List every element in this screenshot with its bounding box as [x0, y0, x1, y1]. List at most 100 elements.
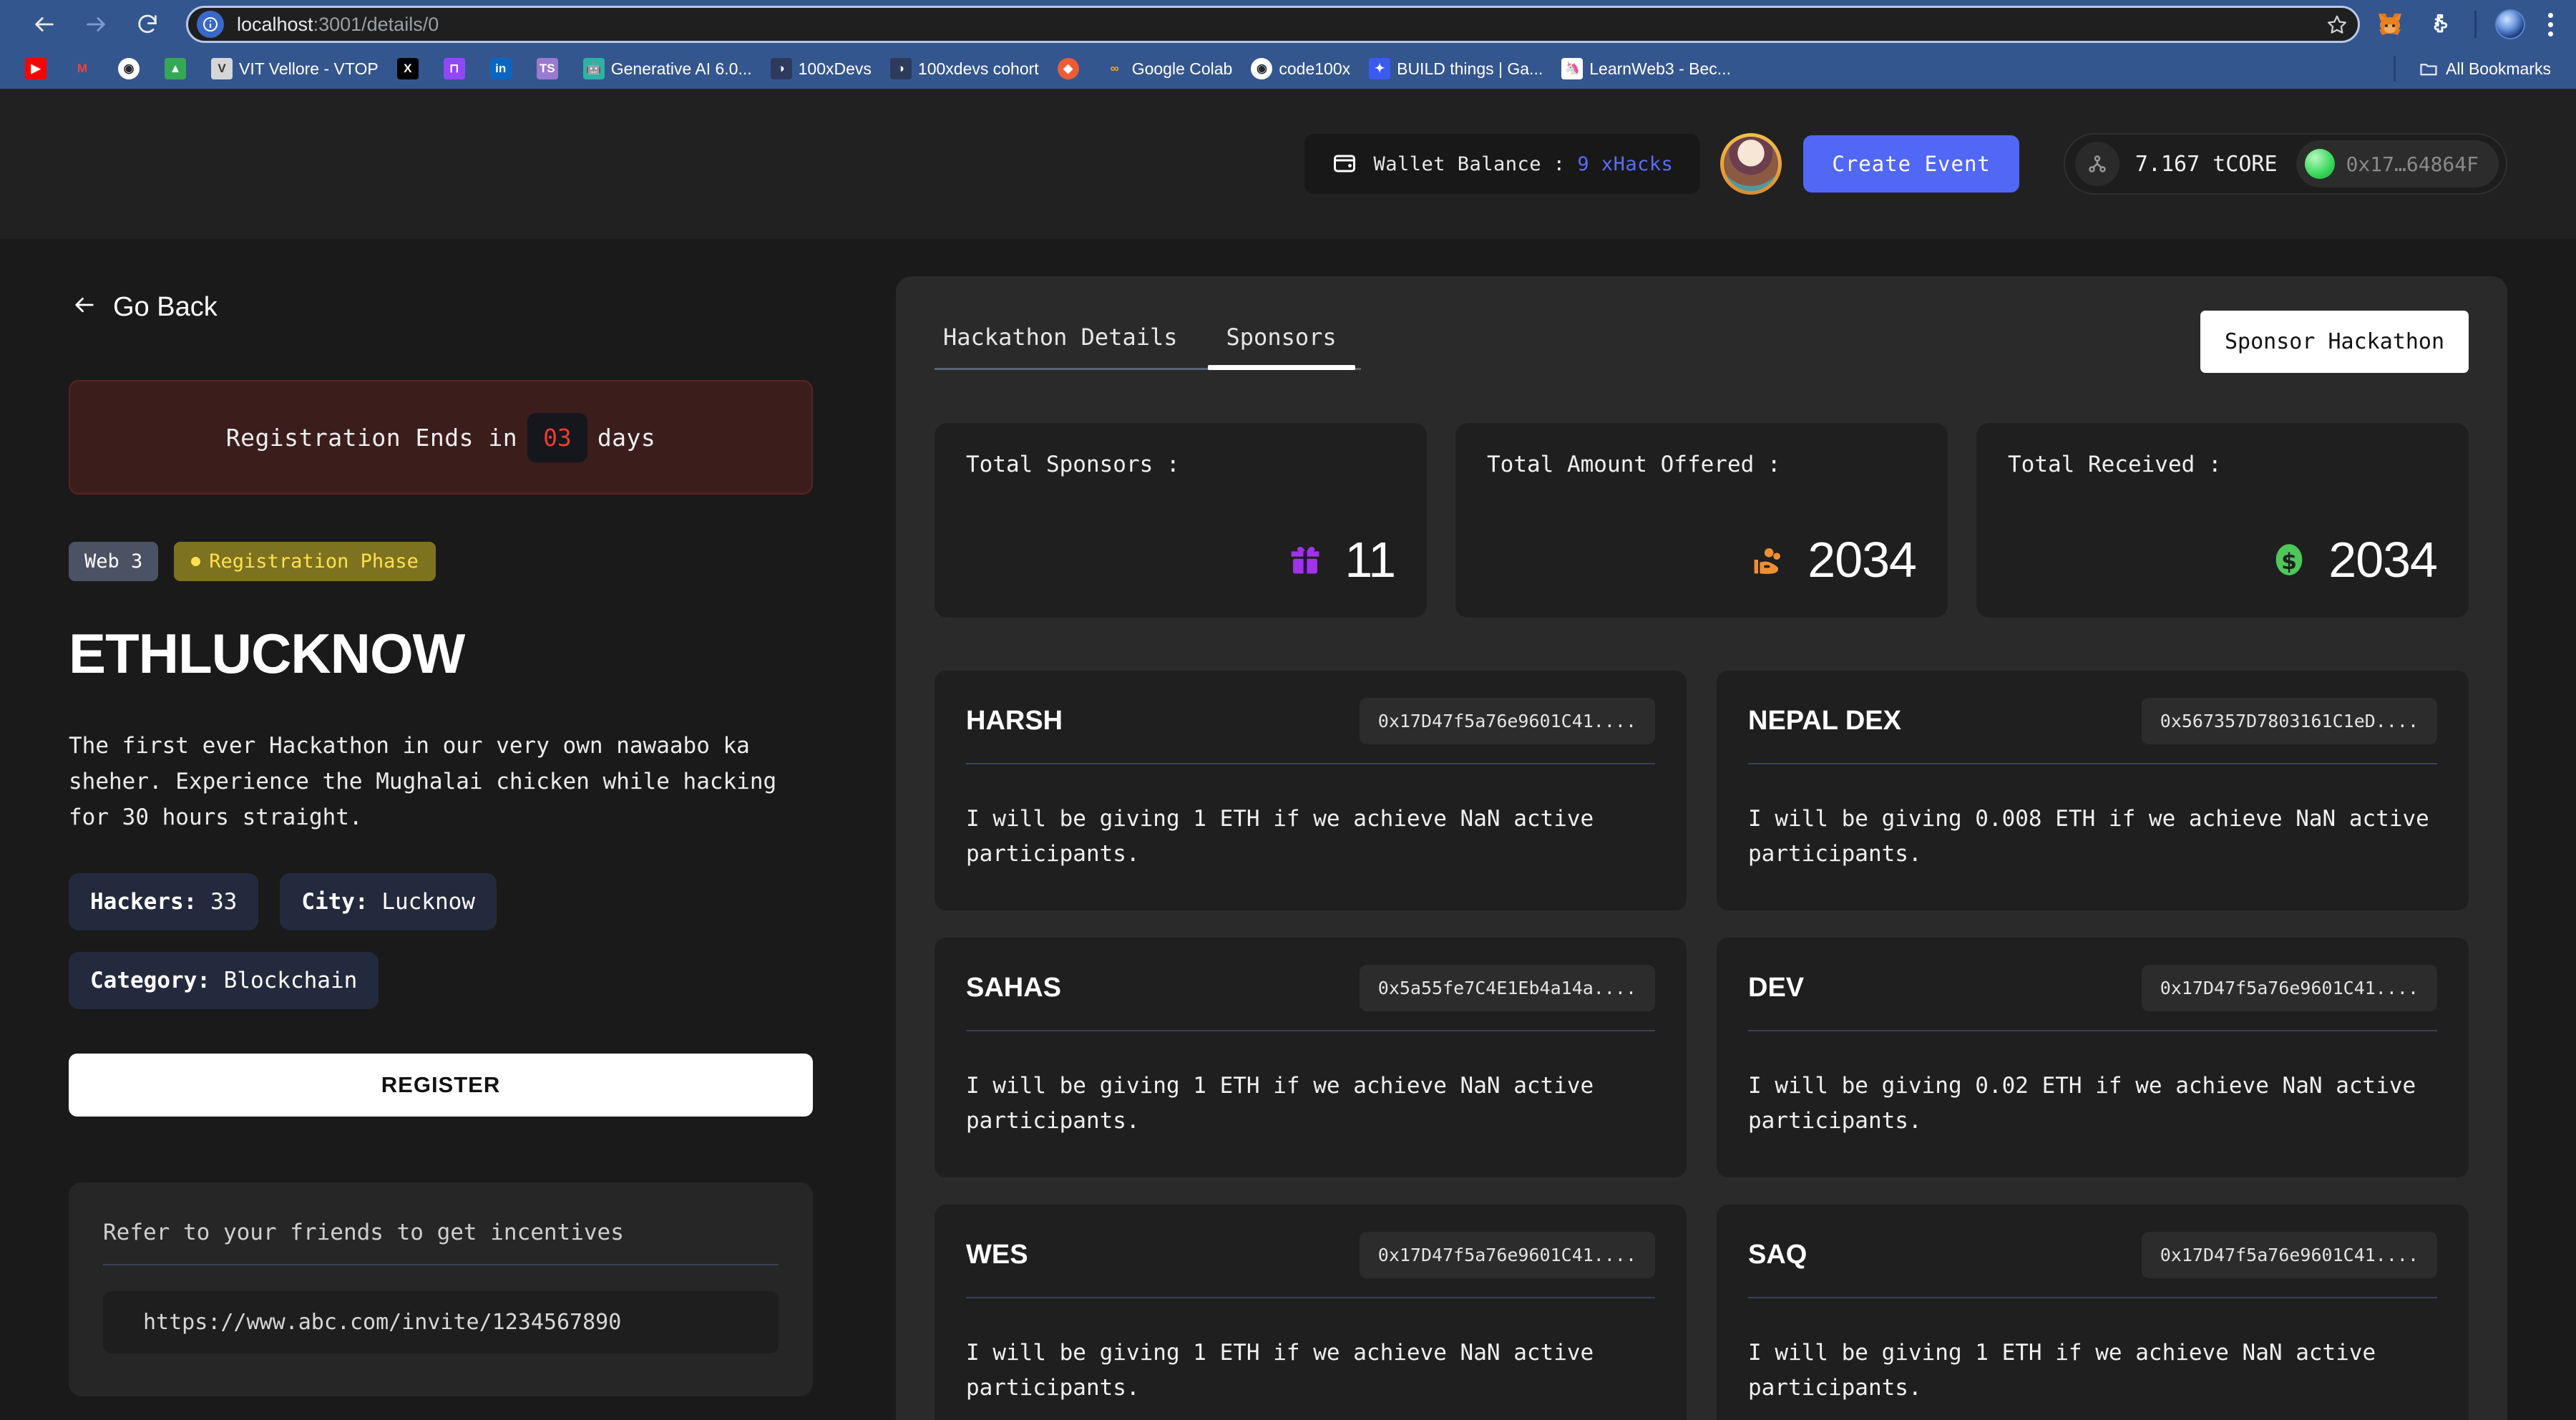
- sponsor-address[interactable]: 0x17D47f5a76e9601C41....: [2141, 1231, 2437, 1278]
- referral-link[interactable]: https://www.abc.com/invite/1234567890: [103, 1290, 779, 1353]
- countdown-suffix: days: [597, 423, 656, 452]
- stat-value: 2034: [1807, 532, 1917, 588]
- profile-avatar[interactable]: [2495, 9, 2525, 39]
- sponsor-address[interactable]: 0x17D47f5a76e9601C41....: [2141, 964, 2437, 1011]
- browser-chrome: localhost:3001/details/0 ▶ M ◉ ▲ V VIT Ve…: [0, 0, 2576, 89]
- linkedin-icon: in: [489, 58, 512, 79]
- event-title: ETHLUCKNOW: [69, 622, 465, 685]
- dollar-coin-icon: $: [2267, 538, 2311, 582]
- bookmark-item[interactable]: ▶: [16, 53, 62, 84]
- reload-icon[interactable]: [122, 0, 173, 50]
- status-dot-icon: [191, 557, 201, 566]
- back-arrow-icon[interactable]: [19, 0, 70, 50]
- chip-category: Category: Blockchain: [69, 951, 379, 1009]
- bookmark-item[interactable]: ◑ 100xDevs: [761, 53, 881, 84]
- stat-value-row: $ 2034: [2008, 535, 2438, 585]
- sponsor-card[interactable]: WES 0x17D47f5a76e9601C41.... I will be g…: [935, 1204, 1687, 1420]
- go-back-button[interactable]: Go Back: [69, 286, 220, 329]
- vtop-icon: V: [211, 58, 233, 79]
- bookmarks-divider: [2394, 56, 2396, 82]
- sponsor-address[interactable]: 0x567357D7803161C1eD....: [2141, 698, 2437, 744]
- sponsor-card[interactable]: SAHAS 0x5a55fe7C4E1Eb4a14a.... I will be…: [935, 937, 1687, 1177]
- generative-ai-icon: 🤖: [582, 58, 605, 79]
- sponsor-message: I will be giving 1 ETH if we achieve NaN…: [1748, 1339, 2376, 1401]
- bookmark-item[interactable]: ◆: [1048, 53, 1095, 84]
- bookmark-item[interactable]: TS: [527, 53, 574, 84]
- sponsor-message: I will be giving 1 ETH if we achieve NaN…: [966, 1339, 1594, 1401]
- sponsor-hackathon-button[interactable]: Sponsor Hackathon: [2200, 311, 2469, 373]
- bookmark-item[interactable]: ▲: [155, 53, 202, 84]
- metamask-icon[interactable]: [2374, 9, 2406, 40]
- sponsor-address[interactable]: 0x17D47f5a76e9601C41....: [1359, 1231, 1655, 1278]
- sponsors-panel: Hackathon Details Sponsors Sponsor Hacka…: [896, 276, 2507, 1420]
- account-pill[interactable]: 7.167 tCORE 0x17…64864F: [2063, 133, 2507, 195]
- bookmark-item[interactable]: M: [62, 53, 109, 84]
- tab-hackathon-details[interactable]: Hackathon Details: [935, 311, 1202, 368]
- sponsor-card[interactable]: SAQ 0x17D47f5a76e9601C41.... I will be g…: [1717, 1204, 2469, 1420]
- chip-city: City: Lucknow: [280, 872, 497, 930]
- bookmark-item[interactable]: 🦄 LearnWeb3 - Bec...: [1552, 53, 1740, 84]
- site-info-icon[interactable]: [197, 11, 224, 38]
- countdown-days-value: 03: [527, 412, 587, 462]
- page-content: Go Back Registration Ends in 03 days Web…: [0, 239, 2576, 1420]
- all-bookmarks-button[interactable]: All Bookmarks: [2409, 53, 2560, 84]
- wallet-balance-value: 9 xHacks: [1577, 152, 1674, 175]
- youtube-icon: ▶: [25, 58, 47, 79]
- gmail-icon: M: [77, 62, 88, 75]
- bookmark-item[interactable]: V VIT Vellore - VTOP: [202, 53, 388, 84]
- bookmark-item[interactable]: ◉ code100x: [1241, 53, 1360, 84]
- sponsor-message: I will be giving 1 ETH if we achieve NaN…: [966, 1072, 1594, 1134]
- native-balance: 7.167 tCORE: [2135, 151, 2278, 177]
- create-event-button[interactable]: Create Event: [1803, 135, 2019, 193]
- wallet-balance-label: Wallet Balance : 9 xHacks: [1373, 152, 1674, 175]
- bookmark-item[interactable]: X: [388, 53, 434, 84]
- bookmark-item[interactable]: ◉: [109, 53, 155, 84]
- stat-label: Total Amount Offered :: [1487, 452, 1781, 477]
- address-bar[interactable]: localhost:3001/details/0: [186, 6, 2360, 43]
- event-tags: Web 3 Registration Phase: [69, 542, 813, 581]
- sponsor-list: HARSH 0x17D47f5a76e9601C41.... I will be…: [935, 671, 2469, 1420]
- bookmark-star-icon[interactable]: [2326, 14, 2348, 35]
- extensions-puzzle-icon[interactable]: [2424, 9, 2456, 40]
- sponsor-name: WES: [966, 1239, 1028, 1270]
- go-back-label: Go Back: [113, 292, 218, 322]
- sponsor-card-header: HARSH 0x17D47f5a76e9601C41....: [966, 698, 1655, 764]
- user-avatar[interactable]: [1720, 133, 1782, 195]
- sponsor-name: SAHAS: [966, 972, 1062, 1003]
- code100x-icon: ◉: [1251, 58, 1273, 79]
- bookmark-item[interactable]: 🤖 Generative AI 6.0...: [574, 53, 761, 84]
- google-drive-icon: ▲: [165, 58, 186, 79]
- sponsor-name: SAQ: [1748, 1239, 1807, 1270]
- wallet-balance-pill[interactable]: Wallet Balance : 9 xHacks: [1304, 134, 1701, 194]
- sponsor-card-header: SAHAS 0x5a55fe7C4E1Eb4a14a....: [966, 964, 1655, 1031]
- colab-icon: ∞: [1110, 62, 1119, 75]
- register-button[interactable]: REGISTER: [69, 1053, 813, 1117]
- stat-value-row: 2034: [1487, 532, 1917, 588]
- sponsor-card[interactable]: HARSH 0x17D47f5a76e9601C41.... I will be…: [935, 671, 1687, 910]
- sponsor-card-header: WES 0x17D47f5a76e9601C41....: [966, 1231, 1655, 1298]
- bookmark-item[interactable]: ⊓: [434, 53, 481, 84]
- bookmark-item[interactable]: ∞ Google Colab: [1095, 53, 1242, 84]
- chrome-menu-icon[interactable]: [2544, 12, 2557, 37]
- sponsor-card-header: DEV 0x17D47f5a76e9601C41....: [1748, 964, 2437, 1031]
- sponsor-stats: Total Sponsors : 11 Total Amount Offered…: [935, 423, 2469, 618]
- account-address-chip[interactable]: 0x17…64864F: [2296, 140, 2499, 188]
- sponsor-name: NEPAL DEX: [1748, 706, 1901, 736]
- tab-sponsors[interactable]: Sponsors: [1202, 311, 1361, 370]
- sponsor-address[interactable]: 0x5a55fe7C4E1Eb4a14a....: [1359, 964, 1655, 1011]
- forward-arrow-icon[interactable]: [70, 0, 122, 50]
- bookmark-item[interactable]: ✦ BUILD things | Ga...: [1360, 53, 1552, 84]
- account-address-text: 0x17…64864F: [2346, 152, 2479, 176]
- app-root: Wallet Balance : 9 xHacks Create Event 7…: [0, 89, 2576, 1420]
- bookmark-item[interactable]: in: [481, 53, 527, 84]
- event-sidebar: Go Back Registration Ends in 03 days Web…: [69, 239, 813, 1420]
- panel-header: Hackathon Details Sponsors Sponsor Hacka…: [935, 311, 2469, 373]
- leetcode-icon: ◆: [1057, 58, 1079, 79]
- browser-toolbar: localhost:3001/details/0: [0, 0, 2576, 49]
- sponsor-card[interactable]: NEPAL DEX 0x567357D7803161C1eD.... I wil…: [1717, 671, 2469, 910]
- event-info-chips: Hackers: 33 City: Lucknow Category: Bloc…: [69, 872, 806, 1009]
- svg-text:$: $: [2281, 549, 2297, 575]
- bookmark-item[interactable]: ◑ 100xdevs cohort: [881, 53, 1048, 84]
- sponsor-card[interactable]: DEV 0x17D47f5a76e9601C41.... I will be g…: [1717, 937, 2469, 1177]
- sponsor-address[interactable]: 0x17D47f5a76e9601C41....: [1359, 698, 1655, 744]
